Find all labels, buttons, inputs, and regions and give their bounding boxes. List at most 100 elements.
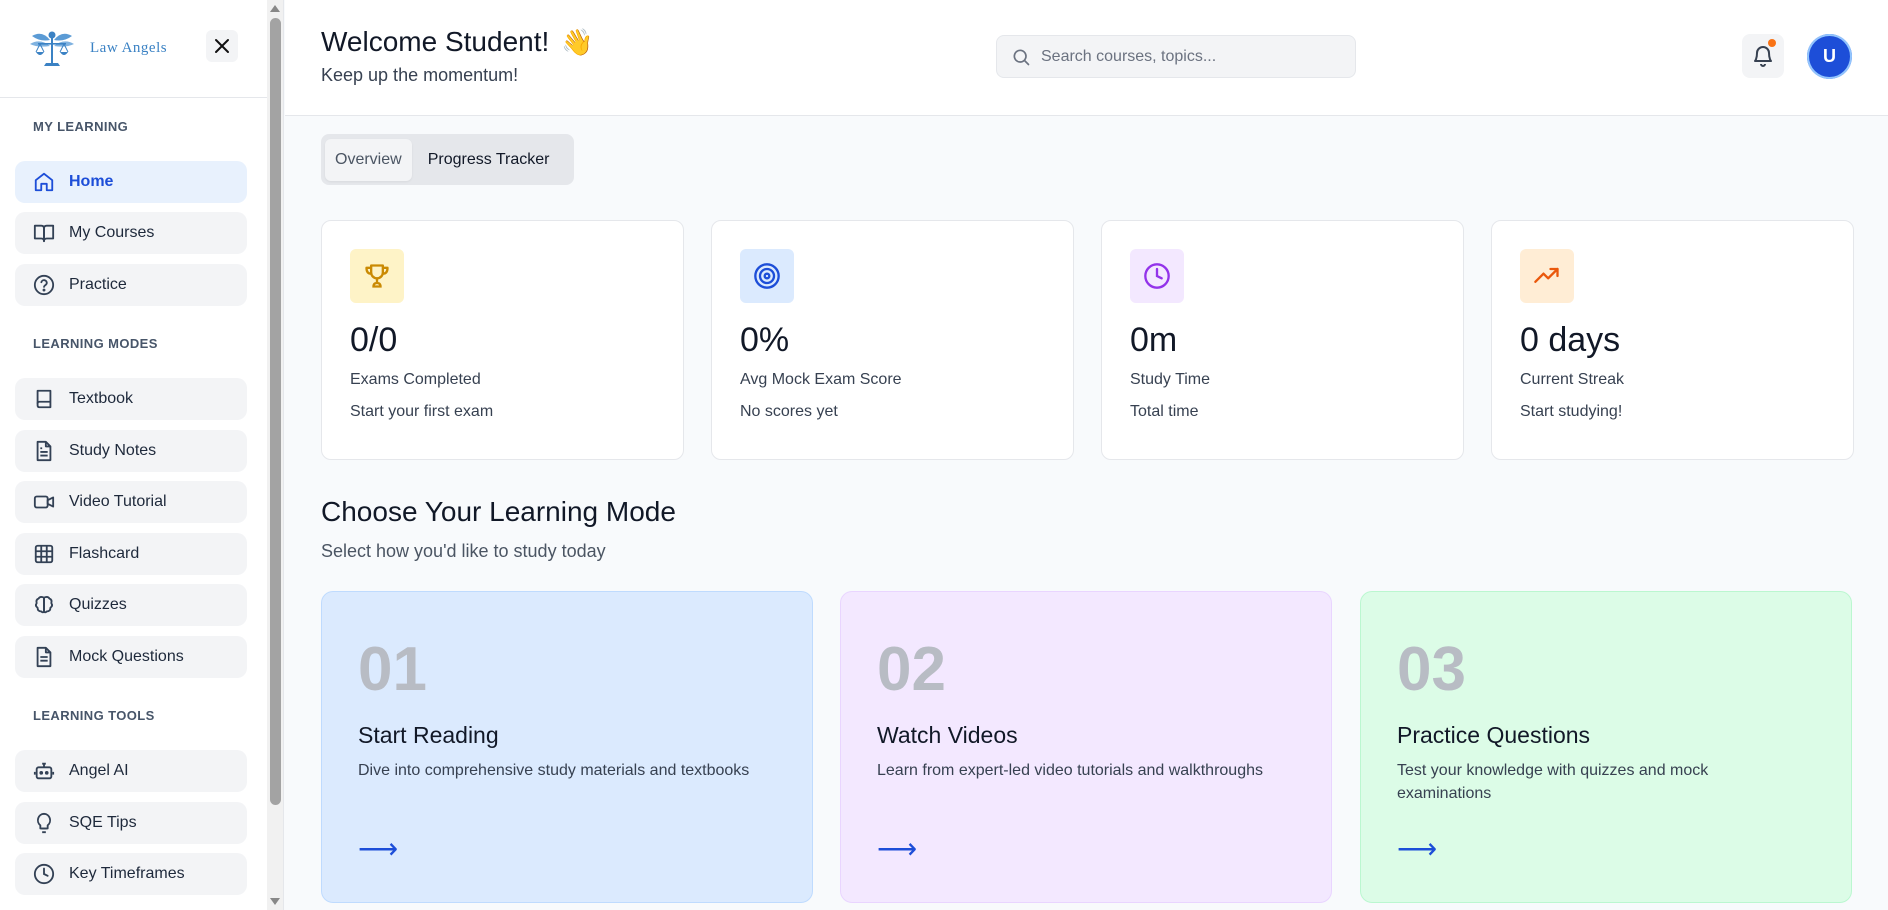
avatar[interactable]: U xyxy=(1807,34,1852,79)
bot-icon xyxy=(33,762,55,780)
file-text-icon xyxy=(36,440,52,462)
sidebar-item-label: Video Tutorial xyxy=(69,493,167,510)
logo-text: Law Angels xyxy=(90,40,168,56)
stat-card-avg-mock-score: 0% Avg Mock Exam Score No scores yet xyxy=(711,220,1074,460)
trophy-icon xyxy=(365,264,389,288)
stat-icon-box xyxy=(740,249,794,303)
grid-icon xyxy=(34,544,54,564)
book-icon xyxy=(36,389,52,409)
mode-card-practice-questions[interactable]: 03 Practice Questions Test your knowledg… xyxy=(1360,591,1852,903)
sidebar-item-label: Mock Questions xyxy=(69,648,184,665)
target-icon xyxy=(754,263,780,289)
sidebar-item-label: SQE Tips xyxy=(69,814,137,831)
sidebar-item-label: Quizzes xyxy=(69,596,127,613)
logo[interactable]: Law Angels xyxy=(28,26,167,72)
page-subtitle: Keep up the momentum! xyxy=(321,65,519,85)
sidebar-item-label: Flashcard xyxy=(69,545,140,562)
stat-icon-box xyxy=(1520,249,1574,303)
stat-label: Avg Mock Exam Score xyxy=(740,371,902,388)
arrow-right-icon[interactable]: ⟶ xyxy=(1397,832,1437,865)
bell-icon xyxy=(1754,46,1772,67)
stat-note: Total time xyxy=(1130,403,1199,420)
sidebar-item-key-timeframes[interactable]: Key Timeframes xyxy=(15,853,247,895)
mode-description: Test your knowledge with quizzes and moc… xyxy=(1397,762,1709,802)
close-icon xyxy=(215,39,229,53)
trending-up-icon xyxy=(1534,267,1559,283)
stat-card-current-streak: 0 days Current Streak Start studying! xyxy=(1491,220,1854,460)
sidebar-item-my-courses[interactable]: My Courses xyxy=(15,212,247,254)
arrow-right-icon[interactable]: ⟶ xyxy=(358,832,398,865)
stat-label: Study Time xyxy=(1130,371,1211,388)
search-icon xyxy=(1013,49,1030,65)
welcome-text: Welcome Student! xyxy=(321,26,550,57)
sidebar-scrollbar[interactable] xyxy=(267,0,283,910)
stat-value: 0/0 xyxy=(350,321,398,359)
stat-label: Current Streak xyxy=(1520,371,1625,388)
close-sidebar-button[interactable] xyxy=(206,30,238,62)
section-label-my-learning: MY LEARNING xyxy=(33,119,129,134)
sidebar-item-sqe-tips[interactable]: SQE Tips xyxy=(15,802,247,844)
home-icon xyxy=(34,172,54,192)
tab-progress-tracker[interactable]: Progress Tracker xyxy=(418,139,560,181)
stat-note: Start studying! xyxy=(1520,403,1623,420)
stat-value: 0 days xyxy=(1520,321,1621,359)
mode-number: 03 xyxy=(1397,635,1466,704)
notification-badge xyxy=(1768,39,1776,47)
sidebar-item-home[interactable]: Home xyxy=(15,161,247,203)
clock-icon xyxy=(1144,263,1170,289)
sidebar-item-mock-questions[interactable]: Mock Questions xyxy=(15,636,247,678)
arrow-right-icon[interactable]: ⟶ xyxy=(877,832,917,865)
scroll-down-arrow-icon[interactable] xyxy=(270,898,280,905)
notifications-button[interactable] xyxy=(1742,34,1784,78)
help-circle-icon xyxy=(33,274,55,296)
search-input[interactable] xyxy=(1041,47,1341,66)
sidebar-item-label: Angel AI xyxy=(69,762,129,779)
scroll-up-arrow-icon[interactable] xyxy=(270,5,280,12)
mode-title: Watch Videos xyxy=(877,722,1018,748)
waving-hand-icon: 👋 xyxy=(561,27,594,57)
mode-description: Learn from expert-led video tutorials an… xyxy=(877,762,1263,779)
sidebar-item-flashcard[interactable]: Flashcard xyxy=(15,533,247,575)
mode-number: 01 xyxy=(358,635,427,704)
section-label-learning-tools: LEARNING TOOLS xyxy=(33,708,155,723)
stat-icon-box xyxy=(350,249,404,303)
sidebar-item-label: My Courses xyxy=(69,224,155,241)
stat-label: Exams Completed xyxy=(350,371,481,388)
sidebar-item-label: Study Notes xyxy=(69,442,157,459)
sidebar-item-label: Key Timeframes xyxy=(69,865,185,882)
stat-card-study-time: 0m Study Time Total time xyxy=(1101,220,1464,460)
stat-icon-box xyxy=(1130,249,1184,303)
file-lines-icon xyxy=(36,646,52,668)
angel-scales-logo-icon xyxy=(30,31,74,66)
sidebar-item-angel-ai[interactable]: Angel AI xyxy=(15,750,247,792)
learning-mode-title: Choose Your Learning Mode xyxy=(321,496,676,527)
mode-number: 02 xyxy=(877,635,946,704)
video-icon xyxy=(33,495,55,509)
sidebar-item-label: Textbook xyxy=(69,390,134,407)
sidebar-item-quizzes[interactable]: Quizzes xyxy=(15,584,247,626)
tab-overview[interactable]: Overview xyxy=(325,138,412,181)
view-tabs: Overview Progress Tracker xyxy=(321,134,574,185)
sidebar-item-video-tutorial[interactable]: Video Tutorial xyxy=(15,481,247,523)
sidebar-header: Law Angels xyxy=(0,0,267,98)
top-header: Welcome Student! 👋 Keep up the momentum!… xyxy=(285,0,1888,116)
stat-note: Start your first exam xyxy=(350,403,494,420)
section-label-learning-modes: LEARNING MODES xyxy=(33,336,158,351)
page-title: Welcome Student! 👋 xyxy=(321,26,593,58)
clock-icon xyxy=(33,863,55,885)
stat-card-exams-completed: 0/0 Exams Completed Start your first exa… xyxy=(321,220,684,460)
sidebar-item-practice[interactable]: Practice xyxy=(15,264,247,306)
sidebar-item-label: Practice xyxy=(69,276,127,293)
sidebar-item-study-notes[interactable]: Study Notes xyxy=(15,430,247,472)
mode-description: Dive into comprehensive study materials … xyxy=(358,762,750,779)
sidebar: Law Angels MY LEARNING Home My Courses P… xyxy=(0,0,284,910)
scrollbar-thumb[interactable] xyxy=(270,18,281,805)
mode-card-watch-videos[interactable]: 02 Watch Videos Learn from expert-led vi… xyxy=(840,591,1332,903)
stat-value: 0% xyxy=(740,321,790,359)
stat-value: 0m xyxy=(1130,321,1178,359)
sidebar-item-label: Home xyxy=(69,173,114,190)
search-bar[interactable] xyxy=(996,35,1356,78)
mode-card-start-reading[interactable]: 01 Start Reading Dive into comprehensive… xyxy=(321,591,813,903)
sidebar-item-textbook[interactable]: Textbook xyxy=(15,378,247,420)
learning-mode-subtitle: Select how you'd like to study today xyxy=(321,541,606,561)
